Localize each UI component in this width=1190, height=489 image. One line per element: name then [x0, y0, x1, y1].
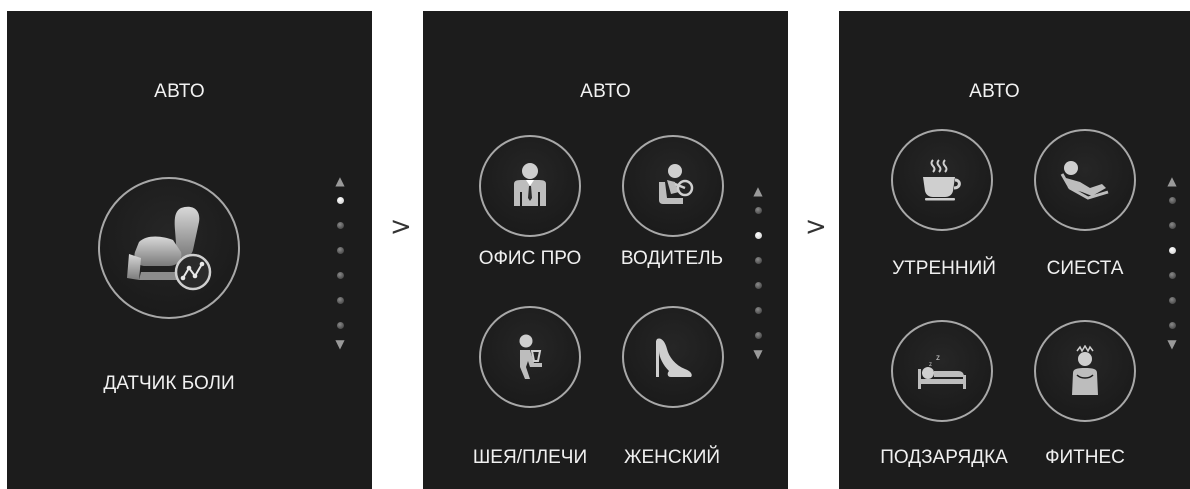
scroll-dot [336, 272, 344, 279]
fitness-person-icon [1065, 345, 1105, 397]
female-label: ЖЕНСКИЙ [623, 447, 721, 468]
office-person-icon [508, 162, 552, 210]
step-separator: > [390, 212, 412, 242]
screen-title: АВТО [969, 81, 1020, 102]
scroll-dot [1168, 222, 1176, 229]
scroll-dot [336, 197, 344, 204]
scroll-indicator[interactable]: ▲ ▼ [751, 185, 765, 361]
scroll-dot [754, 332, 762, 339]
scroll-down-icon[interactable]: ▼ [753, 348, 762, 361]
scroll-dot [336, 297, 344, 304]
scroll-dot [754, 282, 762, 289]
driver-icon [649, 162, 697, 210]
siesta-button[interactable] [1034, 129, 1136, 231]
scroll-dot [754, 307, 762, 314]
scroll-dot [1168, 197, 1176, 204]
morning-label: УТРЕННИЙ [892, 258, 996, 279]
massage-chair-sensor-icon [119, 200, 219, 296]
scroll-down-icon[interactable]: ▼ [335, 338, 344, 351]
svg-text:z: z [936, 353, 940, 362]
screen-title: АВТО [580, 81, 631, 102]
neck-shoulders-button[interactable] [479, 306, 581, 408]
neck-shoulders-label: ШЕЯ/ПЛЕЧИ [472, 447, 588, 468]
scroll-up-icon[interactable]: ▲ [1167, 175, 1176, 188]
recharge-button[interactable]: z z [891, 320, 993, 422]
scroll-dot [754, 207, 762, 214]
morning-button[interactable] [891, 129, 993, 231]
scroll-dot [754, 232, 762, 239]
pain-sensor-button[interactable] [98, 177, 240, 319]
scroll-up-icon[interactable]: ▲ [335, 175, 344, 188]
scroll-dot [336, 247, 344, 254]
coffee-cup-icon [919, 157, 965, 203]
scroll-indicator[interactable]: ▲ ▼ [1165, 175, 1179, 351]
screen-3-auto-programs: АВТО УТРЕННИЙ СИЕСТА z z ПОДЗАРЯДКА ФИТН… [839, 11, 1190, 489]
screen-2-auto-programs: АВТО ОФИС ПРО ВОДИТЕЛЬ ШЕЯ/ПЛЕЧИ ЖЕНСКИЙ… [423, 11, 788, 489]
screen-title: АВТО [154, 81, 205, 102]
pain-sensor-label: ДАТЧИК БОЛИ [103, 373, 235, 394]
reclining-person-icon [1058, 158, 1112, 202]
screen-1-auto-pain-sensor: АВТО ДАТЧИК БОЛИ ▲ ▼ [7, 11, 372, 489]
fitness-button[interactable] [1034, 320, 1136, 422]
neck-shoulders-icon [510, 333, 550, 381]
fitness-label: ФИТНЕС [1045, 447, 1125, 468]
scroll-dot [1168, 272, 1176, 279]
scroll-dot [1168, 247, 1176, 254]
svg-text:z: z [929, 362, 932, 368]
scroll-dot [1168, 322, 1176, 329]
driver-button[interactable] [622, 135, 724, 237]
driver-label: ВОДИТЕЛЬ [620, 248, 724, 269]
scroll-dot [754, 257, 762, 264]
sleeping-person-icon: z z [914, 351, 970, 391]
female-button[interactable] [622, 306, 724, 408]
high-heel-icon [651, 335, 695, 379]
step-separator: > [805, 212, 827, 242]
scroll-dot [336, 322, 344, 329]
scroll-dot [336, 222, 344, 229]
scroll-indicator[interactable]: ▲ ▼ [333, 175, 347, 351]
scroll-dot [1168, 297, 1176, 304]
office-pro-label: ОФИС ПРО [478, 248, 582, 269]
siesta-label: СИЕСТА [1046, 258, 1124, 279]
scroll-up-icon[interactable]: ▲ [753, 185, 762, 198]
scroll-down-icon[interactable]: ▼ [1167, 338, 1176, 351]
office-pro-button[interactable] [479, 135, 581, 237]
